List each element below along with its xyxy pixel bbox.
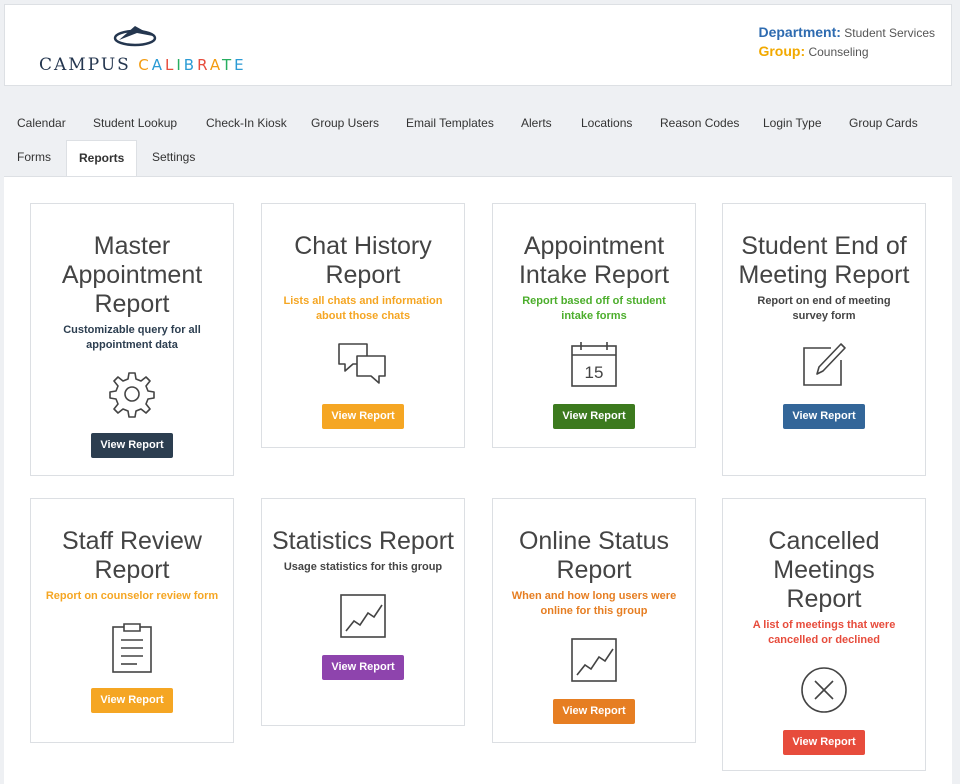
logo-letter: C bbox=[138, 56, 152, 74]
logo-letter: R bbox=[197, 56, 210, 74]
view-report-button[interactable]: View Report bbox=[91, 433, 173, 458]
edit-icon bbox=[803, 343, 846, 386]
logo-letter: L bbox=[164, 56, 177, 74]
tab-reason-codes[interactable]: Reason Codes bbox=[660, 106, 739, 140]
calendar-day: 15 bbox=[585, 363, 604, 382]
tab-email-templates[interactable]: Email Templates bbox=[406, 106, 494, 140]
report-description: Report on end of meeting survey form bbox=[757, 295, 891, 322]
report-description: Report on counselor review form bbox=[45, 590, 219, 602]
report-description: Usage statistics for this group bbox=[283, 561, 443, 573]
view-report-button[interactable]: View Report bbox=[553, 699, 635, 724]
logo-mark-icon bbox=[113, 26, 157, 47]
tab-login-type[interactable]: Login Type bbox=[763, 106, 822, 140]
report-description: A list of meetings that were cancelled o… bbox=[752, 619, 896, 646]
context-info: Department: Student Services Group: Coun… bbox=[758, 23, 935, 61]
report-card-staff-review: Staff Review Report Report on counselor … bbox=[30, 498, 234, 743]
main-nav: Calendar Student Lookup Check-In Kiosk G… bbox=[4, 106, 952, 176]
app-header: CAMPUS CALIBRATE Department: Student Ser… bbox=[4, 4, 952, 86]
tab-group-users[interactable]: Group Users bbox=[311, 106, 379, 140]
chart-icon bbox=[340, 594, 386, 638]
report-card-statistics: Statistics Report Usage statistics for t… bbox=[261, 498, 465, 726]
view-report-button[interactable]: View Report bbox=[783, 730, 865, 755]
report-title: Student End of Meeting Report bbox=[738, 232, 910, 289]
report-description: Lists all chats and information about th… bbox=[283, 295, 443, 322]
report-card-cancelled-meetings: Cancelled Meetings Report A list of meet… bbox=[722, 498, 926, 771]
campus-calibrate-logo[interactable]: CAMPUS CALIBRATE bbox=[35, 21, 244, 81]
report-card-online-status: Online Status Report When and how long u… bbox=[492, 498, 696, 743]
view-report-button[interactable]: View Report bbox=[322, 404, 404, 429]
chat-icon bbox=[338, 343, 386, 384]
chart-icon bbox=[571, 638, 617, 682]
logo-letter: T bbox=[222, 56, 235, 74]
nav-row-2: Forms Reports Settings bbox=[4, 140, 952, 176]
report-card-master-appointment: Master Appointment Report Customizable q… bbox=[30, 203, 234, 476]
view-report-button[interactable]: View Report bbox=[783, 404, 865, 429]
report-card-student-end-of-meeting: Student End of Meeting Report Report on … bbox=[722, 203, 926, 476]
report-card-appointment-intake: Appointment Intake Report Report based o… bbox=[492, 203, 696, 448]
report-title: Statistics Report bbox=[271, 527, 454, 555]
logo-letter: I bbox=[176, 56, 184, 74]
report-description: Customizable query for all appointment d… bbox=[63, 324, 201, 351]
group-value: Counseling bbox=[808, 45, 869, 59]
nav-row-1: Calendar Student Lookup Check-In Kiosk G… bbox=[4, 106, 952, 140]
cancel-icon bbox=[801, 667, 847, 713]
tab-locations[interactable]: Locations bbox=[581, 106, 632, 140]
view-report-button[interactable]: View Report bbox=[322, 655, 404, 680]
logo-letter: E bbox=[234, 56, 247, 74]
logo-word-calibrate: CALIBRATE bbox=[138, 56, 246, 74]
view-report-button[interactable]: View Report bbox=[91, 688, 173, 713]
report-title: Online Status Report bbox=[518, 527, 670, 584]
report-description: Report based off of student intake forms bbox=[522, 295, 666, 322]
report-card-chat-history: Chat History Report Lists all chats and … bbox=[261, 203, 465, 448]
tab-alerts[interactable]: Alerts bbox=[521, 106, 552, 140]
logo-word-campus: CAMPUS bbox=[39, 55, 131, 75]
report-title: Chat History Report bbox=[294, 232, 432, 289]
tab-student-lookup[interactable]: Student Lookup bbox=[93, 106, 177, 140]
department-label: Department: bbox=[758, 24, 841, 40]
calendar-icon: 15 bbox=[571, 342, 617, 387]
tab-forms[interactable]: Forms bbox=[17, 140, 51, 174]
view-report-button[interactable]: View Report bbox=[553, 404, 635, 429]
report-title: Staff Review Report bbox=[62, 527, 202, 584]
report-title: Master Appointment Report bbox=[61, 232, 203, 318]
tab-reports[interactable]: Reports bbox=[66, 140, 138, 176]
logo-wordmark: CAMPUS CALIBRATE bbox=[39, 55, 247, 75]
report-title: Cancelled Meetings Report bbox=[768, 527, 880, 613]
tab-check-in-kiosk[interactable]: Check-In Kiosk bbox=[206, 106, 287, 140]
department-value: Student Services bbox=[844, 26, 935, 40]
report-title: Appointment Intake Report bbox=[518, 232, 670, 289]
tab-group-cards[interactable]: Group Cards bbox=[849, 106, 918, 140]
logo-letter: A bbox=[209, 56, 222, 74]
report-description: When and how long users were online for … bbox=[511, 590, 677, 617]
reports-panel: Master Appointment Report Customizable q… bbox=[4, 176, 952, 784]
clipboard-icon bbox=[112, 623, 152, 673]
group-label: Group: bbox=[758, 43, 806, 59]
logo-letter: A bbox=[151, 56, 165, 74]
logo-letter: B bbox=[183, 56, 198, 74]
tab-settings[interactable]: Settings bbox=[152, 140, 195, 174]
gear-icon bbox=[109, 372, 155, 418]
tab-calendar[interactable]: Calendar bbox=[17, 106, 66, 140]
